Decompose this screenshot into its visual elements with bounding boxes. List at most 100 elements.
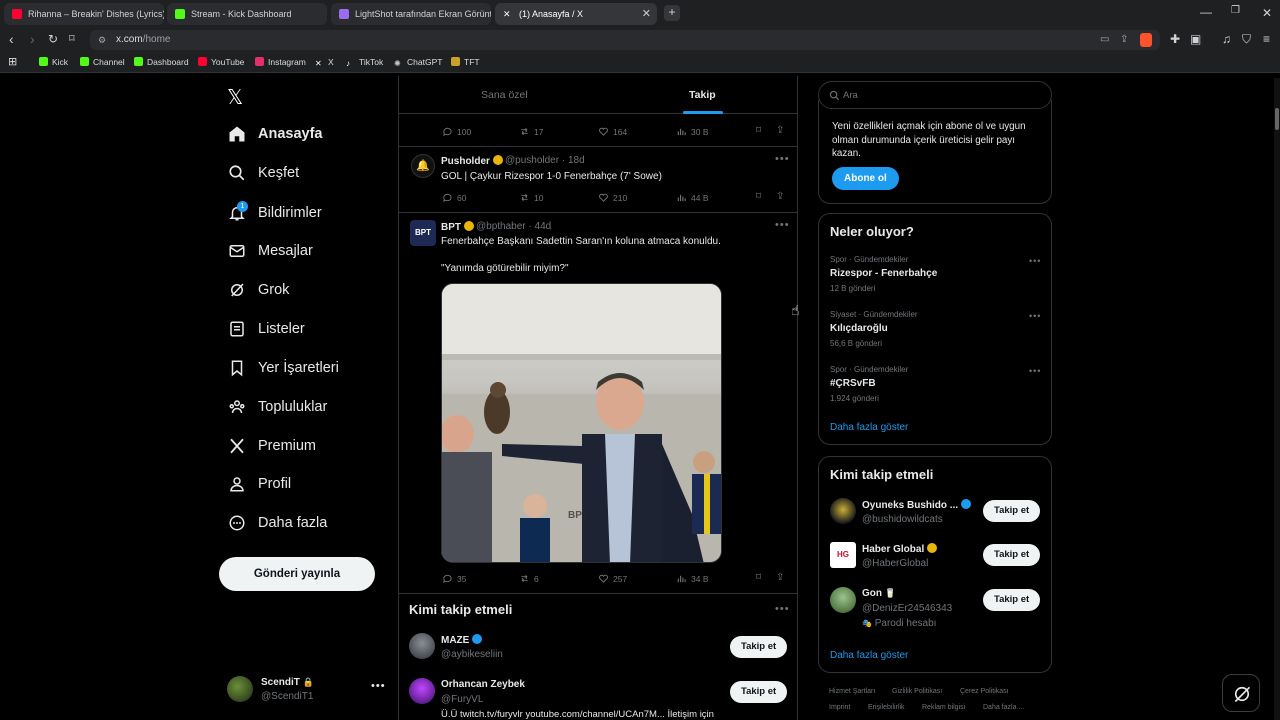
reload-icon[interactable]: ↻ bbox=[48, 32, 58, 46]
like-button[interactable]: 164 bbox=[598, 126, 627, 137]
reply-button[interactable]: 60 bbox=[442, 192, 466, 203]
timeline-tabs: Sana özel Takip bbox=[399, 76, 797, 114]
retweet-button[interactable]: 17 bbox=[519, 126, 543, 137]
views-button[interactable]: 34 B bbox=[676, 573, 709, 584]
browser-tab[interactable]: LightShot tarafından Ekran Görüntüsü bbox=[331, 3, 491, 25]
more-options-icon[interactable]: ••• bbox=[1029, 256, 1041, 266]
follow-button[interactable]: Takip et bbox=[983, 500, 1041, 522]
footer-link[interactable]: Imprint bbox=[829, 704, 850, 711]
site-info-icon[interactable]: ⚙ bbox=[98, 30, 106, 50]
x-logo-icon bbox=[230, 438, 244, 454]
browser-tab[interactable]: Stream - Kick Dashboard bbox=[167, 3, 327, 25]
reply-count: 100 bbox=[457, 127, 472, 137]
like-button[interactable]: 257 bbox=[598, 573, 627, 584]
subscribe-button[interactable]: Abone ol bbox=[832, 167, 899, 190]
emoji-icon: 🥛 bbox=[884, 588, 896, 598]
follow-button[interactable]: Takip et bbox=[730, 681, 788, 703]
bookmark-item[interactable]: Instagram bbox=[255, 57, 306, 67]
back-icon[interactable]: ‹ bbox=[9, 31, 14, 47]
vpn-icon[interactable]: ⛉ bbox=[1242, 32, 1251, 47]
bookmark-item[interactable]: ♪ TikTok bbox=[346, 57, 383, 68]
media-icon[interactable]: ♫ bbox=[1222, 32, 1231, 46]
close-window-icon[interactable]: ✕ bbox=[1262, 6, 1272, 20]
cast-icon[interactable]: ▭ bbox=[1100, 30, 1109, 50]
user-name: Gon 🥛 bbox=[862, 588, 896, 599]
show-more-link[interactable]: Daha fazla göster bbox=[830, 422, 908, 433]
extensions-icon[interactable]: ✚ bbox=[1170, 32, 1180, 46]
follow-button[interactable]: Takip et bbox=[730, 636, 788, 658]
retweet-count: 6 bbox=[534, 574, 539, 584]
bookmark-item[interactable]: ✕ X bbox=[315, 57, 334, 68]
bookmark-item[interactable]: Channel bbox=[80, 57, 125, 67]
bookmark-tweet-icon[interactable]: ⌑ bbox=[756, 191, 761, 202]
grok-floating-button[interactable] bbox=[1222, 674, 1260, 712]
menu-icon[interactable]: ≡ bbox=[1263, 32, 1270, 46]
views-button[interactable]: 44 B bbox=[676, 192, 709, 203]
views-icon bbox=[677, 128, 686, 136]
share-icon[interactable]: ⇪ bbox=[1120, 30, 1128, 50]
bookmark-item[interactable]: TFT bbox=[451, 57, 480, 67]
sidebar-icon[interactable]: ▣ bbox=[1190, 32, 1201, 46]
retweet-button[interactable]: 10 bbox=[519, 192, 543, 203]
retweet-button[interactable]: 6 bbox=[519, 573, 539, 584]
share-icon[interactable]: ⇪ bbox=[776, 572, 784, 583]
post-button[interactable]: Gönderi yayınla bbox=[219, 557, 375, 591]
browser-tab-active[interactable]: ✕ (1) Anasayfa / X ✕ bbox=[495, 3, 657, 25]
more-options-icon[interactable]: ••• bbox=[1029, 311, 1041, 321]
url-field[interactable]: ⚙ x.com/home ▭ ⇪ bbox=[90, 30, 1160, 50]
user-name-text: Oyuneks Bushido ... bbox=[862, 500, 959, 511]
views-button[interactable]: 30 B bbox=[676, 126, 709, 137]
brave-shield-icon[interactable] bbox=[1140, 33, 1152, 47]
forward-icon[interactable]: › bbox=[30, 31, 35, 47]
tweet-author[interactable]: BPT bbox=[441, 221, 474, 233]
footer-link[interactable]: Daha fazla ... bbox=[983, 704, 1024, 711]
more-options-icon[interactable]: ••• bbox=[371, 680, 386, 692]
more-options-icon[interactable]: ••• bbox=[775, 603, 790, 615]
follow-button[interactable]: Takip et bbox=[983, 544, 1041, 566]
more-options-icon[interactable]: ••• bbox=[1029, 366, 1041, 376]
new-tab-button[interactable]: + bbox=[664, 5, 680, 21]
tweet-text-quote: "Yanımda götürebilir miyim?" bbox=[441, 263, 569, 274]
x-logo-icon[interactable]: 𝕏 bbox=[227, 85, 243, 110]
bookmark-tweet-icon[interactable]: ⌑ bbox=[756, 572, 761, 583]
close-tab-icon[interactable]: ✕ bbox=[642, 3, 651, 25]
footer-link[interactable]: Gizlilik Politikası bbox=[892, 688, 942, 695]
share-icon[interactable]: ⇪ bbox=[776, 125, 784, 136]
bookmarks-bar: ⊞ Kick Channel Dashboard YouTube Instagr… bbox=[0, 53, 1280, 73]
tab-title: Rihanna – Breakin' Dishes (Lyrics) bbox=[28, 9, 164, 19]
bookmark-item[interactable]: Dashboard bbox=[134, 57, 189, 67]
tweet-author[interactable]: Pusholder bbox=[441, 155, 503, 167]
share-icon[interactable]: ⇪ bbox=[776, 191, 784, 202]
bookmark-item[interactable]: YouTube bbox=[198, 57, 244, 67]
bookmark-item[interactable]: ✺ ChatGPT bbox=[394, 57, 442, 68]
footer-link[interactable]: Erişilebilirlik bbox=[868, 704, 905, 711]
footer-link[interactable]: Çerez Politikası bbox=[960, 688, 1009, 695]
browser-tab[interactable]: Rihanna – Breakin' Dishes (Lyrics) bbox=[4, 3, 164, 25]
like-button[interactable]: 210 bbox=[598, 192, 627, 203]
footer-link[interactable]: Hizmet Şartları bbox=[829, 688, 875, 695]
show-more-link[interactable]: Daha fazla göster bbox=[830, 650, 908, 661]
bookmark-item[interactable]: Kick bbox=[39, 57, 68, 67]
scrollbar-track[interactable] bbox=[1274, 78, 1280, 720]
tab-for-you[interactable]: Sana özel bbox=[481, 89, 528, 101]
bookmark-page-icon[interactable]: ⌑ bbox=[69, 32, 75, 45]
maximize-icon[interactable]: ❐ bbox=[1231, 5, 1240, 16]
account-switcher[interactable]: ScendiT 🔒 @ScendiT1 ••• bbox=[220, 672, 390, 708]
footer-link[interactable]: Reklam bilgisi bbox=[922, 704, 965, 711]
follow-button[interactable]: Takip et bbox=[983, 589, 1041, 611]
more-options-icon[interactable]: ••• bbox=[775, 153, 790, 165]
apps-grid-icon[interactable]: ⊞ bbox=[8, 55, 17, 68]
nav-label: Keşfet bbox=[258, 165, 300, 181]
bookmark-tweet-icon[interactable]: ⌑ bbox=[756, 125, 761, 136]
more-options-icon[interactable]: ••• bbox=[775, 219, 790, 231]
scrollbar-thumb[interactable] bbox=[1275, 108, 1279, 130]
tab-following[interactable]: Takip bbox=[689, 89, 716, 101]
reply-button[interactable]: 35 bbox=[442, 573, 466, 584]
user-handle: @bushidowildcats bbox=[862, 514, 943, 525]
trend-category: Spor · Gündemdekiler bbox=[830, 255, 909, 264]
reply-button[interactable]: 100 bbox=[442, 126, 471, 137]
tweet-media-image[interactable]: BPT bbox=[441, 283, 722, 563]
tft-icon bbox=[451, 57, 460, 66]
verified-blue-icon bbox=[961, 499, 972, 509]
minimize-icon[interactable]: — bbox=[1200, 5, 1212, 19]
